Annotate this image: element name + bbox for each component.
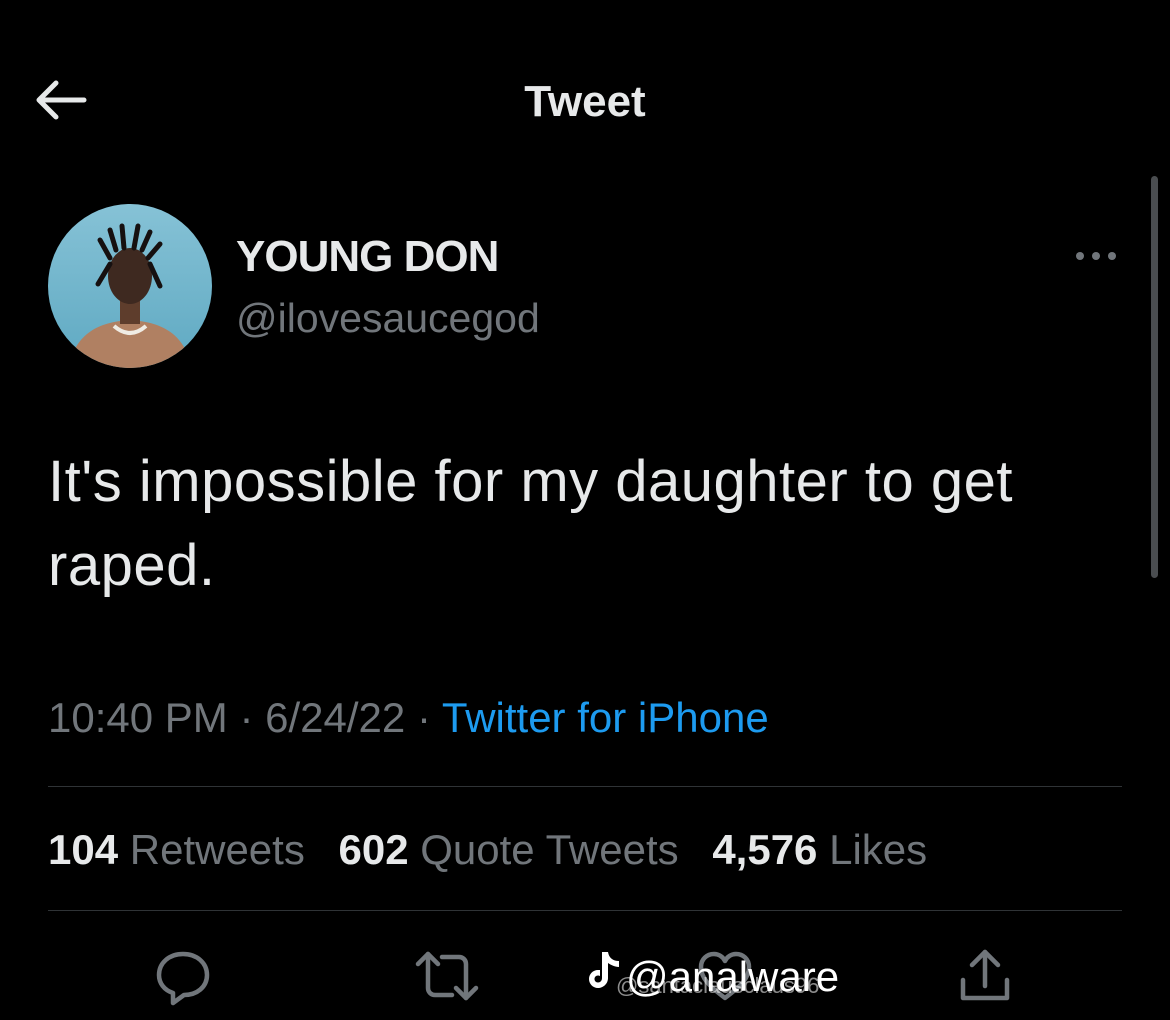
retweets-count: 104: [48, 826, 119, 873]
divider: [48, 910, 1122, 911]
tweet-text: It's impossible for my daughter to get r…: [48, 449, 1013, 598]
reply-button[interactable]: [148, 944, 218, 1012]
retweet-icon: [412, 948, 482, 1009]
share-icon: [955, 946, 1015, 1011]
tweet-time[interactable]: 10:40 PM: [48, 694, 228, 741]
more-options-button[interactable]: [1068, 240, 1124, 276]
likes-label: Likes: [829, 826, 928, 873]
tweet-source-link[interactable]: Twitter for iPhone: [442, 694, 769, 741]
likes-count: 4,576: [712, 826, 818, 873]
divider: [48, 786, 1122, 787]
username-handle[interactable]: @ilovesaucegod: [236, 294, 540, 342]
tiktok-watermark: @analware @santaclausclaus96: [586, 948, 839, 1006]
quote-tweets-stat[interactable]: 602 Quote Tweets: [339, 826, 679, 873]
retweets-label: Retweets: [129, 826, 305, 873]
tweet-meta: 10:40 PM · 6/24/22 · Twitter for iPhone: [48, 692, 769, 744]
quote-tweets-label: Quote Tweets: [420, 826, 679, 873]
page-title: Tweet: [524, 77, 646, 126]
likes-stat[interactable]: 4,576 Likes: [712, 826, 927, 873]
more-horizontal-icon: [1074, 249, 1118, 267]
quote-tweets-count: 602: [338, 826, 409, 873]
scrollbar[interactable]: [1151, 176, 1158, 578]
retweet-button[interactable]: [412, 944, 482, 1012]
tweet-stats: 104 Retweets 602 Quote Tweets 4,576 Like…: [48, 824, 949, 876]
meta-separator: ·: [416, 694, 431, 741]
meta-separator: ·: [239, 694, 254, 741]
avatar[interactable]: [48, 204, 212, 368]
tweet-date[interactable]: 6/24/22: [265, 694, 405, 741]
watermark-subtext: @santaclausclaus96: [616, 973, 820, 998]
retweets-stat[interactable]: 104 Retweets: [48, 826, 305, 873]
share-button[interactable]: [950, 944, 1020, 1012]
display-name[interactable]: YOUNG DON: [236, 232, 499, 282]
reply-icon: [153, 946, 213, 1011]
